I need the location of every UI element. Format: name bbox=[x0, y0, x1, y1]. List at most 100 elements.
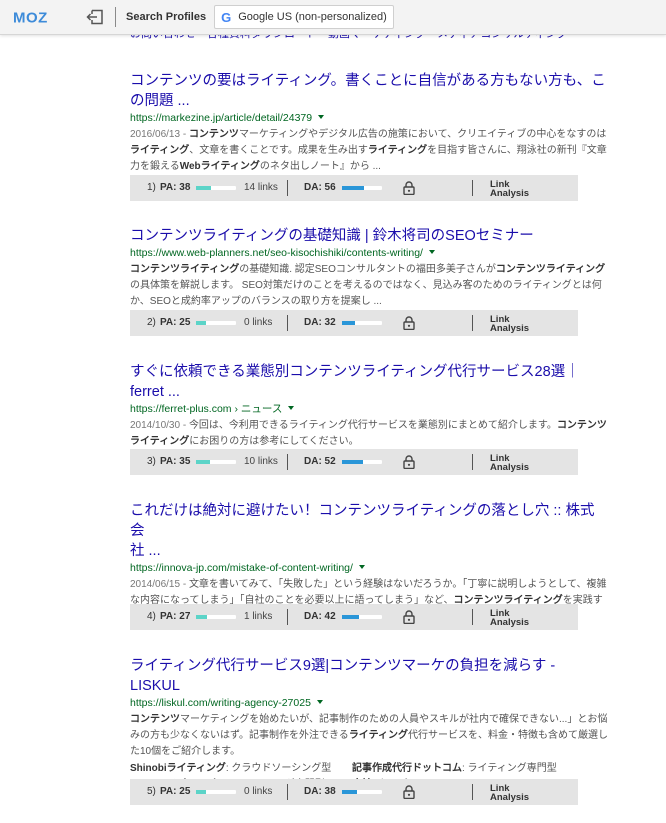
metrics-divider bbox=[472, 784, 473, 800]
domain-authority-fill bbox=[342, 615, 359, 619]
metrics-divider bbox=[472, 315, 473, 331]
page-authority-fill bbox=[196, 460, 210, 464]
page-authority-label: PA: 35 bbox=[160, 456, 191, 467]
links-count[interactable]: 10 links bbox=[244, 449, 278, 475]
result-snippet: コンテンツマーケティングを始めたいが、記事制作のための人員やスキルが社内で確保で… bbox=[130, 714, 609, 757]
moz-metrics-bar: 4) PA: 27 1 links DA: 42 Link Analysis bbox=[130, 604, 578, 630]
search-engine-label: Google US (non-personalized) bbox=[238, 11, 387, 23]
links-count[interactable]: 14 links bbox=[244, 175, 278, 201]
page-authority-meter bbox=[196, 186, 236, 190]
metrics-divider bbox=[472, 180, 473, 196]
links-count[interactable]: 1 links bbox=[244, 604, 272, 630]
moz-metrics-bar: 5) PA: 25 0 links DA: 38 Link Analysis bbox=[130, 779, 578, 805]
result-rank: 4) bbox=[147, 611, 156, 622]
domain-authority-meter bbox=[342, 460, 382, 464]
domain-authority-meter bbox=[342, 186, 382, 190]
metrics-divider bbox=[287, 784, 288, 800]
url-dropdown-arrow-icon[interactable] bbox=[428, 250, 435, 254]
result-title-link[interactable]: すぐに依頼できる業態別コンテンツライティング代行サービス28選｜ ferret .… bbox=[130, 362, 608, 402]
page-authority-meter bbox=[196, 615, 236, 619]
result-snippet: コンテンツライティングの基礎知識. 認定SEOコンサルタントの福田多美子さんがコ… bbox=[130, 264, 606, 307]
result-rank: 1) bbox=[147, 182, 156, 193]
result-rank: 5) bbox=[147, 786, 156, 797]
metrics-divider bbox=[287, 180, 288, 196]
result-title-link[interactable]: コンテンツライティングの基礎知識 | 鈴木将司のSEOセミナー bbox=[130, 226, 608, 246]
google-icon: G bbox=[221, 9, 232, 25]
lock-icon[interactable] bbox=[403, 181, 415, 195]
link-analysis-button[interactable]: Link Analysis bbox=[490, 454, 529, 472]
mozbar-toolbar: MOZ Search Profiles G Google US (non-per… bbox=[0, 0, 666, 35]
url-dropdown-arrow-icon[interactable] bbox=[358, 565, 365, 569]
result-snippet: 2014/10/30 - 今回は、今利用できるライティング代行サービスを業態別に… bbox=[130, 420, 607, 447]
domain-authority-label: DA: 52 bbox=[304, 456, 336, 467]
result-title-link[interactable]: ライティング代行サービス9選|コンテンツマーケの負担を減らす - LISKUL bbox=[130, 656, 608, 696]
page-authority-label: PA: 27 bbox=[160, 611, 191, 622]
domain-authority-label: DA: 42 bbox=[304, 611, 336, 622]
page-authority-meter bbox=[196, 321, 236, 325]
link-analysis-button[interactable]: Link Analysis bbox=[490, 180, 529, 198]
page-authority-fill bbox=[196, 321, 206, 325]
page-authority-meter bbox=[196, 790, 236, 794]
result-rank: 3) bbox=[147, 456, 156, 467]
url-dropdown-arrow-icon[interactable] bbox=[288, 406, 295, 410]
domain-authority-label: DA: 56 bbox=[304, 182, 336, 193]
page-authority-fill bbox=[196, 615, 207, 619]
links-count[interactable]: 0 links bbox=[244, 310, 272, 336]
moz-logo[interactable]: MOZ bbox=[13, 10, 61, 24]
result-title-link[interactable]: これだけは絶対に避けたい！コンテンツライティングの落とし穴 :: 株式会社 ..… bbox=[130, 501, 608, 561]
metrics-divider bbox=[472, 609, 473, 625]
lock-icon[interactable] bbox=[403, 455, 415, 469]
domain-authority-fill bbox=[342, 460, 363, 464]
page-authority-fill bbox=[196, 186, 212, 190]
url-dropdown-arrow-icon[interactable] bbox=[318, 115, 325, 119]
links-count[interactable]: 0 links bbox=[244, 779, 272, 805]
search-result: ライティング代行サービス9選|コンテンツマーケの負担を減らす - LISKUL … bbox=[130, 656, 608, 793]
result-title-link[interactable]: コンテンツの要はライティング。書くことに自信がある方もない方も、こ の問題 ... bbox=[130, 71, 608, 111]
link-analysis-button[interactable]: Link Analysis bbox=[490, 315, 529, 333]
moz-metrics-bar: 2) PA: 25 0 links DA: 32 Link Analysis bbox=[130, 310, 578, 336]
lock-icon[interactable] bbox=[403, 316, 415, 330]
page-authority-label: PA: 25 bbox=[160, 317, 191, 328]
domain-authority-label: DA: 32 bbox=[304, 317, 336, 328]
domain-authority-meter bbox=[342, 321, 382, 325]
page-authority-fill bbox=[196, 790, 206, 794]
page-authority-label: PA: 38 bbox=[160, 182, 191, 193]
page-authority-meter bbox=[196, 460, 236, 464]
moz-metrics-bar: 3) PA: 35 10 links DA: 52 Link Analysis bbox=[130, 449, 578, 475]
search-profiles-button[interactable]: Search Profiles bbox=[126, 11, 206, 23]
search-result: すぐに依頼できる業態別コンテンツライティング代行サービス28選｜ ferret .… bbox=[130, 362, 608, 450]
exit-button[interactable] bbox=[85, 8, 105, 26]
moz-metrics-bar: 1) PA: 38 14 links DA: 56 Link Analysis bbox=[130, 175, 578, 201]
result-url: https://innova-jp.com/mistake-of-content… bbox=[130, 561, 608, 575]
search-result: コンテンツの要はライティング。書くことに自信がある方もない方も、こ の問題 ...… bbox=[130, 71, 608, 175]
link-analysis-button[interactable]: Link Analysis bbox=[490, 784, 529, 802]
search-engine-select[interactable]: G Google US (non-personalized) bbox=[214, 5, 394, 29]
structured-cell[interactable]: 記事作成代行ドットコム: ライティング専門型 bbox=[352, 763, 557, 774]
url-dropdown-arrow-icon[interactable] bbox=[316, 700, 323, 704]
metrics-divider bbox=[472, 454, 473, 470]
metrics-divider bbox=[287, 315, 288, 331]
lock-icon[interactable] bbox=[403, 610, 415, 624]
result-snippet: 2016/06/13 - コンテンツマーケティングやデジタル広告の施策において、… bbox=[130, 129, 607, 172]
domain-authority-meter bbox=[342, 790, 382, 794]
domain-authority-fill bbox=[342, 790, 358, 794]
result-structured-row: Shinobiライティング: クラウドソーシング型 記事作成代行ドットコム: ライ… bbox=[130, 761, 608, 777]
toolbar-divider bbox=[115, 7, 116, 27]
result-url: https://liskul.com/writing-agency-27025 bbox=[130, 696, 608, 710]
structured-cell[interactable]: Shinobiライティング: クラウドソーシング型 bbox=[130, 761, 352, 777]
domain-authority-meter bbox=[342, 615, 382, 619]
search-result: コンテンツライティングの基礎知識 | 鈴木将司のSEOセミナー https://… bbox=[130, 226, 608, 310]
moz-logo-text: MOZ bbox=[13, 10, 48, 24]
result-url: https://www.web-planners.net/seo-kisochi… bbox=[130, 246, 608, 260]
result-rank: 2) bbox=[147, 317, 156, 328]
domain-authority-fill bbox=[342, 186, 365, 190]
result-url: https://ferret-plus.com › ニュース bbox=[130, 402, 608, 416]
domain-authority-fill bbox=[342, 321, 355, 325]
result-url: https://markezine.jp/article/detail/2437… bbox=[130, 111, 608, 125]
metrics-divider bbox=[287, 609, 288, 625]
domain-authority-label: DA: 38 bbox=[304, 786, 336, 797]
lock-icon[interactable] bbox=[403, 785, 415, 799]
metrics-divider bbox=[287, 454, 288, 470]
page-authority-label: PA: 25 bbox=[160, 786, 191, 797]
link-analysis-button[interactable]: Link Analysis bbox=[490, 609, 529, 627]
